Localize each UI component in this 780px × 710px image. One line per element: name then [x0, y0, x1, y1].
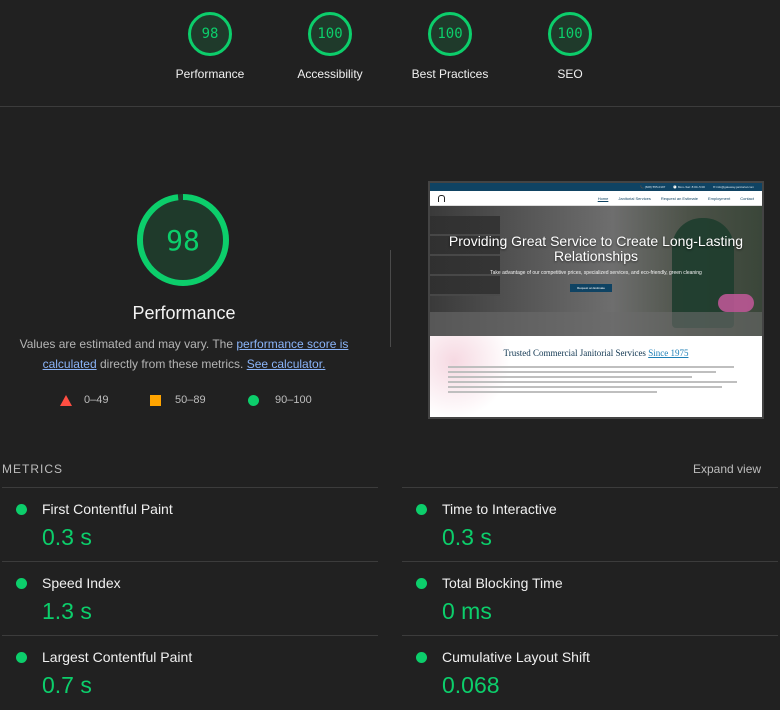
thumb-menu: Home Janitorial Services Request an Esti…: [598, 196, 754, 201]
thumb-logo: [438, 194, 474, 202]
legend-pass-label: 90–100: [275, 394, 312, 406]
legend-average-label: 50–89: [175, 394, 206, 406]
thumb-hero-button: Request an Estimate: [570, 284, 612, 292]
gauge-best-practices-label: Best Practices: [411, 67, 489, 81]
thumb-menu-home: Home: [597, 195, 609, 201]
desc-prefix: Values are estimated and may vary. The: [19, 337, 237, 351]
legend-fail: 0–49: [60, 394, 108, 406]
metric-value: 0.7 s: [42, 672, 92, 698]
gauge-best-practices[interactable]: 100 Best Practices: [400, 12, 500, 81]
metric-total-blocking-time: Total Blocking Time 0 ms: [402, 561, 778, 636]
final-screenshot-thumbnail[interactable]: 📞 (608) 555-0197 🕘 Mon–Sat: 8:00–5:00 ✉ …: [428, 181, 764, 419]
performance-description: Values are estimated and may vary. The p…: [14, 334, 354, 374]
pass-circle-icon: [416, 504, 427, 515]
metric-value: 0.3 s: [42, 524, 92, 550]
thumb-hero-glove: [718, 294, 754, 312]
metric-value: 0.3 s: [442, 524, 492, 550]
see-calculator-link[interactable]: See calculator.: [247, 357, 326, 371]
thumb-section-title: Trusted Commercial Janitorial Services S…: [430, 348, 762, 358]
pass-circle-icon: [416, 652, 427, 663]
average-square-icon: [150, 394, 161, 406]
pass-circle-icon: [16, 504, 27, 515]
legend-pass: 90–100: [248, 394, 312, 406]
metric-value: 0.068: [442, 672, 500, 698]
gauge-accessibility-score: 100: [308, 12, 352, 56]
gauge-seo[interactable]: 100 SEO: [520, 12, 620, 81]
thumb-topbar: 📞 (608) 555-0197 🕘 Mon–Sat: 8:00–5:00 ✉ …: [430, 183, 762, 191]
metric-time-to-interactive: Time to Interactive 0.3 s: [402, 487, 778, 562]
thumb-hero-title: Providing Great Service to Create Long-L…: [448, 233, 744, 264]
performance-score: 98: [166, 223, 200, 257]
thumb-nav: Home Janitorial Services Request an Esti…: [430, 191, 762, 206]
legend-fail-label: 0–49: [84, 394, 109, 406]
metric-name: First Contentful Paint: [42, 501, 173, 517]
legend-average: 50–89: [150, 394, 206, 406]
pass-circle-icon: [16, 652, 27, 663]
gauge-performance-score: 98: [188, 12, 232, 56]
metric-value: 1.3 s: [42, 598, 92, 624]
thumb-hero: Providing Great Service to Create Long-L…: [430, 206, 762, 336]
thumb-body-text: [448, 366, 746, 396]
gauge-performance[interactable]: 98 Performance: [160, 12, 260, 81]
fail-triangle-icon: [60, 394, 72, 406]
thumb-hero-subtitle: Take advantage of our competitive prices…: [490, 270, 702, 276]
thumb-section-title-main: Trusted Commercial Janitorial Services: [503, 348, 646, 358]
thumb-topbar-email: ✉ info@gateway-janitorial.com: [712, 185, 754, 189]
metric-speed-index: Speed Index 1.3 s: [2, 561, 378, 636]
thumb-section: Trusted Commercial Janitorial Services S…: [430, 336, 762, 417]
pass-circle-icon: [16, 578, 27, 589]
metric-name: Time to Interactive: [442, 501, 557, 517]
pass-circle-icon: [248, 394, 259, 406]
metric-first-contentful-paint: First Contentful Paint 0.3 s: [2, 487, 378, 562]
thumb-menu-services: Janitorial Services: [618, 195, 651, 201]
metric-name: Speed Index: [42, 575, 121, 591]
gauge-accessibility-label: Accessibility: [297, 67, 363, 81]
thumb-section-title-highlight: Since 1975: [648, 348, 689, 358]
metrics-header: METRICS: [2, 462, 63, 476]
thumb-menu-contact: Contact: [740, 195, 754, 201]
expand-view-toggle[interactable]: Expand view: [693, 462, 761, 476]
thumb-hero-counter: [430, 312, 762, 336]
gauge-seo-label: SEO: [557, 67, 583, 81]
performance-title: Performance: [132, 303, 236, 323]
gauge-performance-label: Performance: [175, 67, 245, 81]
thumb-topbar-hours: 🕘 Mon–Sat: 8:00–5:00: [673, 185, 705, 189]
metric-cumulative-layout-shift: Cumulative Layout Shift 0.068: [402, 635, 778, 710]
performance-gauge-large: 98: [135, 192, 231, 288]
category-gauges: 98 Performance 100 Accessibility 100 Bes…: [0, 0, 780, 107]
thumb-menu-estimate: Request an Estimate: [660, 195, 698, 201]
gauge-accessibility[interactable]: 100 Accessibility: [280, 12, 380, 81]
desc-middle: directly from these metrics.: [96, 357, 247, 371]
thumb-logo-arch-icon: [438, 194, 445, 202]
pass-circle-icon: [416, 578, 427, 589]
metric-name: Total Blocking Time: [442, 575, 563, 591]
metric-name: Largest Contentful Paint: [42, 649, 193, 665]
metric-value: 0 ms: [442, 598, 492, 624]
gauge-seo-score: 100: [548, 12, 592, 56]
metric-name: Cumulative Layout Shift: [442, 649, 590, 665]
gauge-best-practices-score: 100: [428, 12, 472, 56]
vertical-divider: [390, 250, 391, 347]
thumb-topbar-phone: 📞 (608) 555-0197: [640, 185, 666, 189]
metric-largest-contentful-paint: Largest Contentful Paint 0.7 s: [2, 635, 378, 710]
thumb-menu-employment: Employment: [707, 195, 731, 201]
